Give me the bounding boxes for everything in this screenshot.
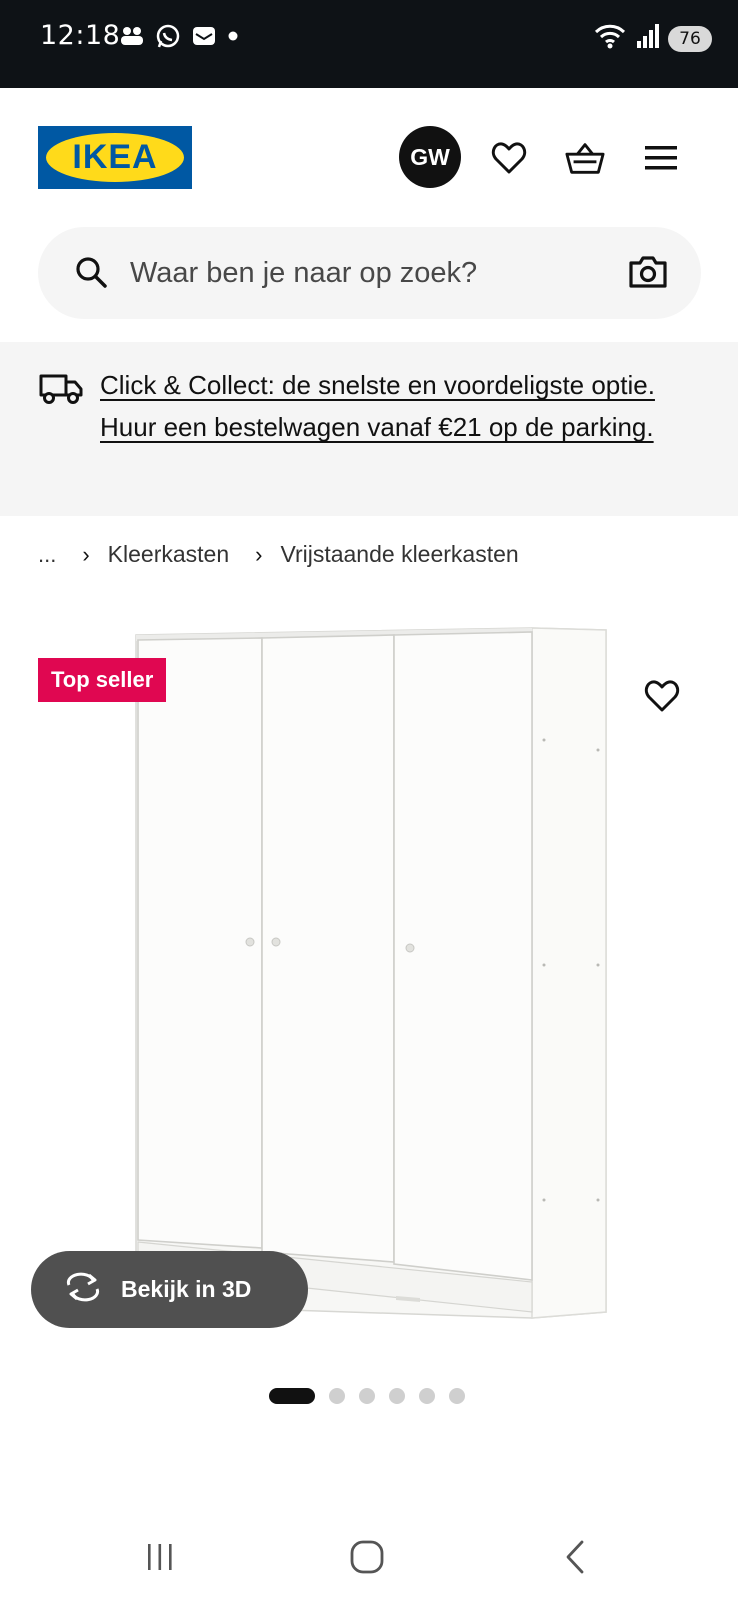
status-time: 12:18	[40, 20, 121, 51]
search-bar[interactable]	[38, 227, 701, 319]
breadcrumb-item-vrijstaande[interactable]: Vrijstaande kleerkasten	[280, 541, 518, 568]
heart-icon[interactable]	[489, 138, 529, 178]
shopping-bag-icon[interactable]	[565, 138, 605, 178]
carousel-dot-active[interactable]	[269, 1388, 315, 1404]
ikea-logo[interactable]: IKEA	[38, 126, 192, 189]
carousel-dot[interactable]	[359, 1388, 375, 1404]
inbox-icon	[190, 22, 218, 55]
carousel-indicator	[269, 1388, 465, 1404]
logo-text: IKEA	[72, 138, 158, 176]
battery-indicator: 76	[668, 25, 712, 52]
breadcrumb-ellipsis[interactable]: ...	[38, 542, 56, 568]
teams-icon	[118, 24, 146, 53]
status-bar: 12:18 76	[0, 0, 738, 88]
carousel-dot[interactable]	[389, 1388, 405, 1404]
add-to-favourites-heart-icon[interactable]	[642, 676, 682, 716]
wardrobe-image	[135, 627, 607, 1319]
back-icon[interactable]	[550, 1535, 600, 1579]
notification-icons	[118, 22, 240, 55]
breadcrumb-item-kleerkasten[interactable]: Kleerkasten	[108, 541, 229, 568]
home-icon[interactable]	[342, 1535, 392, 1579]
carousel-dot[interactable]	[329, 1388, 345, 1404]
chevron-right-icon: ›	[255, 541, 263, 567]
carousel-dot[interactable]	[419, 1388, 435, 1404]
rotate-3d-icon	[63, 1272, 103, 1307]
whatsapp-icon	[154, 22, 182, 55]
camera-icon[interactable]	[628, 253, 668, 296]
recent-apps-icon[interactable]	[135, 1535, 185, 1579]
logo-oval: IKEA	[46, 133, 184, 182]
search-input[interactable]	[130, 249, 600, 297]
carousel-dot[interactable]	[449, 1388, 465, 1404]
wifi-icon	[594, 22, 628, 55]
view-in-3d-button[interactable]: Bekijk in 3D	[31, 1251, 308, 1328]
signal-icon	[636, 23, 660, 54]
chevron-right-icon: ›	[82, 541, 90, 567]
search-icon[interactable]	[74, 255, 110, 296]
click-and-collect-link[interactable]: Click & Collect: de snelste en voordelig…	[100, 364, 700, 448]
view-in-3d-label: Bekijk in 3D	[121, 1276, 252, 1302]
delivery-truck-icon	[38, 370, 84, 411]
system-navigation-bar	[0, 1515, 738, 1600]
system-indicators: 76	[594, 22, 712, 55]
breadcrumb: ... › Kleerkasten › Vrijstaande kleerkas…	[38, 541, 519, 568]
user-avatar-button[interactable]: GW	[399, 126, 461, 188]
product-image-gallery[interactable]: Top seller Bekijk in 3D	[0, 600, 738, 1360]
info-banner: Click & Collect: de snelste en voordelig…	[0, 342, 738, 516]
menu-icon[interactable]	[641, 138, 681, 178]
top-seller-badge: Top seller	[38, 658, 167, 702]
site-header: IKEA GW	[0, 88, 738, 222]
dot-icon	[226, 29, 240, 48]
